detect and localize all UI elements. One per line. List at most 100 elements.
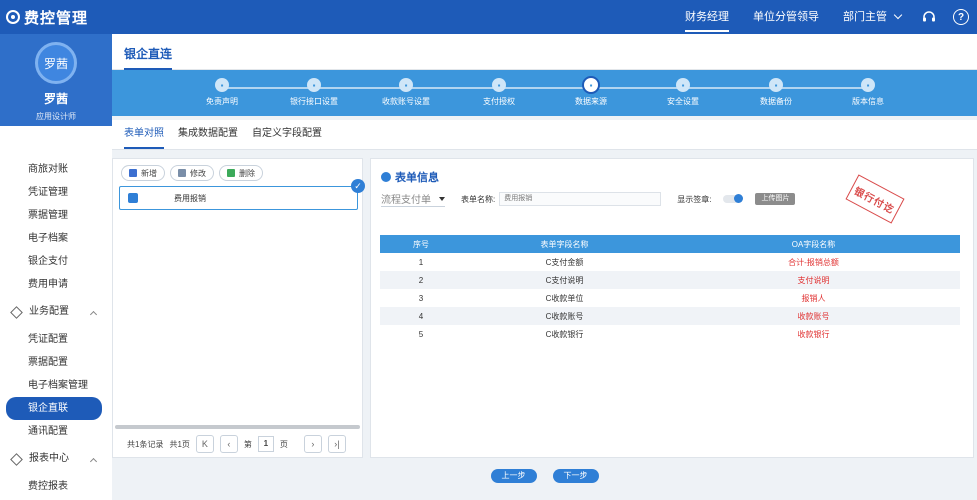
show-sign-toggle[interactable]	[723, 194, 744, 203]
tab-bank-direct[interactable]: 银企直连	[124, 34, 173, 70]
sidebar-item-bank-payment[interactable]: 银企支付	[0, 250, 112, 273]
step-label: 版本信息	[852, 97, 884, 106]
subtab-custom-fields[interactable]: 自定义字段配置	[252, 123, 322, 149]
step-disclaimer[interactable]: ▪ 免责声明	[182, 78, 262, 107]
help-icon[interactable]: ?	[953, 9, 969, 25]
field-mapping-table: 序号 表单字段名称 OA字段名称 1 C支付金额 合计-报销总额 2 C支付说明…	[380, 235, 960, 343]
list-item[interactable]: 费用报销 ✓	[119, 179, 365, 210]
page-prefix: 第	[243, 439, 252, 449]
nav-finance-manager[interactable]: 财务经理	[685, 0, 729, 34]
page-suffix: 页	[279, 439, 288, 449]
step-payment-auth[interactable]: ▪ 支付授权	[459, 78, 539, 107]
process-select[interactable]: 流程支付单	[381, 191, 445, 207]
step-data-source[interactable]: ▪ 数据来源	[551, 76, 631, 107]
trash-icon	[227, 169, 235, 177]
wizard-footer: 上一步 下一步	[112, 464, 977, 488]
prev-page-button[interactable]: ‹	[219, 435, 238, 453]
delete-button[interactable]: 删除	[219, 165, 263, 181]
horizontal-scrollbar[interactable]	[115, 425, 360, 429]
user-role: 应用设计师	[36, 112, 76, 121]
prev-step-button[interactable]: 上一步	[490, 469, 537, 483]
step-label: 安全设置	[667, 97, 699, 106]
step-receiving-account[interactable]: ▪ 收款账号设置	[366, 78, 446, 107]
add-icon	[129, 169, 137, 177]
panel-title-text: 表单信息	[395, 172, 439, 184]
sidebar-group-business-config[interactable]: 业务配置	[0, 296, 112, 328]
cell-form-field: C收款银行	[545, 329, 584, 339]
subtabs: 表单对照 集成数据配置 自定义字段配置	[112, 120, 977, 150]
table-row[interactable]: 4 C收款账号 收款账号	[380, 307, 960, 325]
sidebar-item-comm-config[interactable]: 通讯配置	[0, 420, 112, 443]
step-label: 数据来源	[575, 97, 607, 106]
add-label: 新增	[141, 168, 157, 178]
cell-oa-field: 合计-报销总额	[788, 257, 839, 267]
add-button[interactable]: 新增	[121, 165, 165, 181]
edit-button[interactable]: 修改	[170, 165, 214, 181]
step-icon: ▪	[676, 78, 690, 92]
sidebar-group-report-center[interactable]: 报表中心	[0, 443, 112, 475]
panel-title: 表单信息	[381, 169, 439, 185]
step-label: 银行接口设置	[290, 97, 338, 106]
step-icon: ▪	[769, 78, 783, 92]
caret-down-icon	[439, 196, 445, 201]
sidebar-item-bank-direct[interactable]: 银企直联	[6, 397, 102, 420]
table-row[interactable]: 3 C收款单位 报销人	[380, 289, 960, 307]
brand[interactable]: 费控管理	[0, 7, 112, 28]
cell-oa-field: 收款银行	[797, 329, 830, 339]
next-page-button[interactable]: ›	[303, 435, 322, 453]
edit-icon	[178, 169, 186, 177]
table-row[interactable]: 2 C支付说明 支付说明	[380, 271, 960, 289]
cell-index: 4	[418, 311, 424, 321]
header-oa-field: OA字段名称	[791, 239, 836, 249]
sidebar-item-e-archive-mgmt[interactable]: 电子档案管理	[0, 374, 112, 397]
step-label: 收款账号设置	[382, 97, 430, 106]
form-name-input[interactable]: 费用报销	[499, 192, 662, 206]
sidebar-group-label: 报表中心	[29, 453, 69, 464]
table-row[interactable]: 1 C支付金额 合计-报销总额	[380, 253, 960, 271]
cell-oa-field: 报销人	[801, 293, 826, 303]
info-icon	[381, 172, 391, 182]
step-label: 支付授权	[483, 97, 515, 106]
cell-form-field: C收款单位	[545, 293, 584, 303]
subtab-form-mapping[interactable]: 表单对照	[124, 123, 164, 149]
step-bank-interface[interactable]: ▪ 银行接口设置	[274, 78, 354, 107]
step-icon: ▪	[492, 78, 506, 92]
next-step-button[interactable]: 下一步	[552, 469, 599, 483]
form-info-panel: 表单信息 流程支付单 表单名称: 费用报销 显示签章: 上传图片 银行付讫 序号…	[370, 158, 974, 458]
sidebar-item-invoice-config[interactable]: 票据配置	[0, 351, 112, 374]
chevron-up-icon	[89, 457, 98, 465]
top-nav: 财务经理 单位分管领导 部门主管 ?	[673, 0, 977, 34]
cell-index: 3	[418, 293, 424, 303]
sidebar-item-voucher-config[interactable]: 凭证配置	[0, 328, 112, 351]
headset-icon[interactable]	[921, 9, 937, 25]
step-icon: ▪	[215, 78, 229, 92]
form-name-label: 表单名称:	[461, 194, 496, 204]
step-backup[interactable]: ▪ 数据备份	[736, 78, 816, 107]
subtab-integration-config[interactable]: 集成数据配置	[178, 123, 238, 149]
sidebar-item-voucher-mgmt[interactable]: 凭证管理	[0, 181, 112, 204]
cell-oa-field: 收款账号	[797, 311, 830, 321]
table-row[interactable]: 5 C收款银行 收款银行	[380, 325, 960, 343]
step-version[interactable]: ▪ 版本信息	[828, 78, 908, 107]
sidebar-menu: 商旅对账 凭证管理 票据管理 电子档案 银企支付 费用申请 业务配置 凭证配置 …	[0, 126, 112, 498]
last-page-button[interactable]: ›|	[327, 435, 346, 453]
first-page-button[interactable]: K	[195, 435, 214, 453]
step-security[interactable]: ▪ 安全设置	[643, 78, 723, 107]
nav-unit-leader[interactable]: 单位分管领导	[753, 0, 819, 34]
check-icon: ✓	[351, 179, 365, 193]
layers-icon	[10, 305, 23, 319]
sidebar-item-expense-request[interactable]: 费用申请	[0, 273, 112, 296]
process-select-value: 流程支付单	[381, 195, 431, 206]
total-pages: 共1页	[169, 439, 190, 449]
main-area: 银企直连 ▪ 免责声明 ▪ 银行接口设置 ▪ 收款账号设置 ▪ 支付授权 ▪ 数据来源 ▪…	[112, 34, 977, 500]
sidebar-item-invoice-mgmt[interactable]: 票据管理	[0, 204, 112, 227]
sidebar-item-expense-report[interactable]: 费控报表	[0, 475, 112, 498]
upload-image-button[interactable]: 上传图片	[755, 193, 796, 205]
sidebar-item-travel-reconcile[interactable]: 商旅对账	[0, 158, 112, 181]
app-title: 费控管理	[24, 9, 89, 27]
nav-dept-head[interactable]: 部门主管	[843, 0, 903, 34]
sidebar: 罗茜 罗茜 应用设计师 商旅对账 凭证管理 票据管理 电子档案 银企支付 费用申…	[0, 34, 112, 500]
page-number-input[interactable]: 1	[257, 436, 274, 452]
sidebar-item-e-archive[interactable]: 电子档案	[0, 227, 112, 250]
avatar[interactable]: 罗茜	[35, 42, 77, 84]
